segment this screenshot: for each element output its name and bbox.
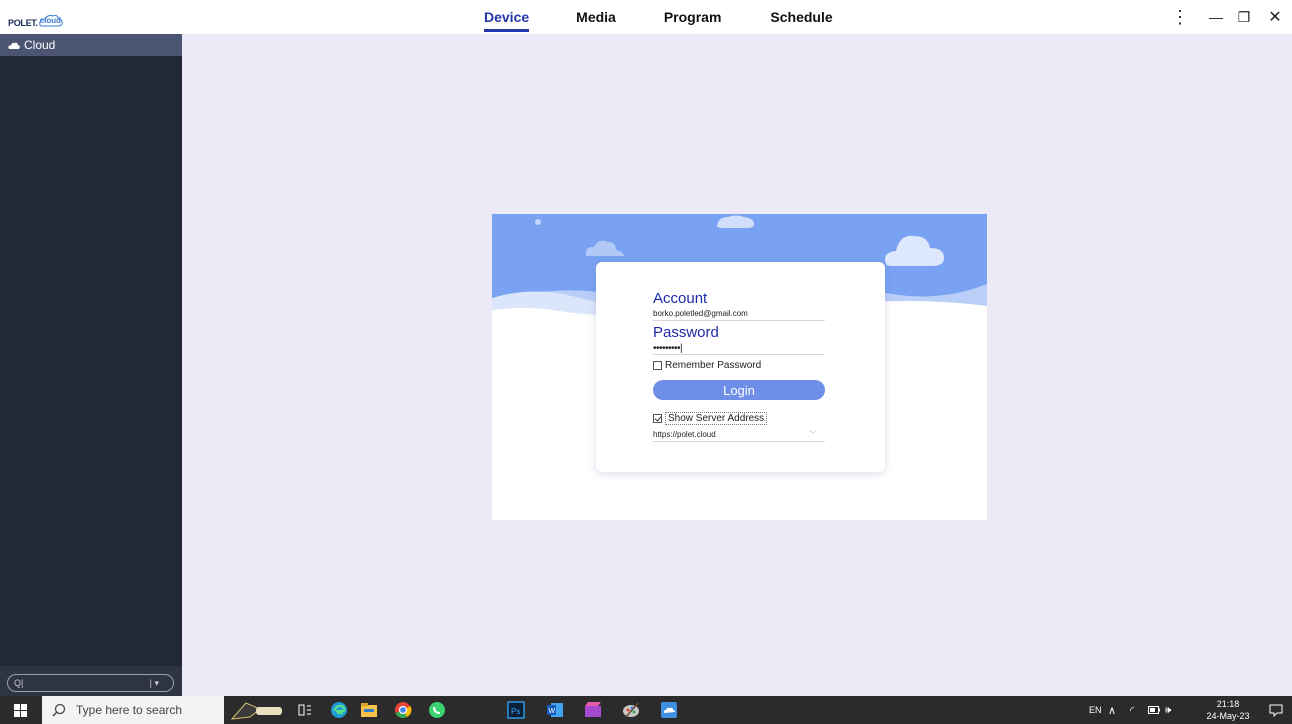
chrome-icon[interactable]: [390, 696, 416, 724]
account-input[interactable]: borko.poletled@gmail.com: [653, 307, 825, 321]
taskbar-clock[interactable]: 21:18 24-May-23: [1206, 698, 1250, 722]
windows-start-icon[interactable]: [8, 696, 32, 724]
sidebar-search-area: Q| | ▾: [0, 666, 182, 696]
clock-time: 21:18: [1216, 699, 1240, 709]
volume-icon[interactable]: 🕪: [1165, 696, 1171, 724]
windows-taskbar: Type here to search Ps W EN ∧ ◜ 🕪 21:18 …: [0, 696, 1292, 724]
login-panel: Account borko.poletled@gmail.com Passwor…: [492, 214, 987, 520]
remember-password-checkbox[interactable]: Remember Password: [653, 360, 825, 371]
file-explorer-icon[interactable]: [356, 696, 382, 724]
account-label: Account: [653, 290, 708, 307]
tray-chevron-up-icon[interactable]: ∧: [1108, 696, 1116, 724]
close-icon[interactable]: ✕: [1262, 0, 1288, 34]
login-card: Account borko.poletled@gmail.com Passwor…: [596, 262, 885, 472]
chevron-down-icon: ﹀: [809, 430, 817, 439]
show-server-address-label: Show Server Address: [665, 412, 768, 425]
logo-cloud-icon: cloud: [38, 13, 63, 28]
cloud-icon: [8, 42, 20, 49]
restore-icon[interactable]: ❐: [1231, 0, 1257, 34]
logo-cloud-text: cloud: [39, 16, 62, 25]
tray-language[interactable]: EN: [1089, 696, 1102, 724]
search-icon: [52, 703, 66, 717]
edge-icon[interactable]: [326, 696, 352, 724]
photoshop-icon[interactable]: Ps: [504, 696, 528, 724]
logo-text: POLET.: [8, 18, 38, 28]
paint-icon[interactable]: [618, 696, 644, 724]
app-logo: POLET. cloud: [8, 8, 63, 28]
tab-device[interactable]: Device: [484, 0, 530, 34]
taskbar-search-box[interactable]: Type here to search: [42, 696, 224, 724]
more-menu-icon[interactable]: ⋮: [1167, 0, 1193, 34]
tab-program[interactable]: Program: [664, 0, 722, 34]
clock-date: 24-May-23: [1206, 711, 1250, 721]
login-button[interactable]: Login: [653, 380, 825, 400]
svg-text:Ps: Ps: [511, 707, 520, 716]
sidebar: Cloud Q| | ▾: [0, 34, 182, 696]
server-address-select[interactable]: https://polet.cloud ﹀: [653, 425, 825, 442]
notification-icon[interactable]: [1264, 696, 1288, 724]
password-input[interactable]: •••••••••|: [653, 341, 825, 355]
video-editor-icon[interactable]: [580, 696, 606, 724]
show-server-address-checkbox[interactable]: Show Server Address: [653, 412, 825, 425]
tab-media[interactable]: Media: [576, 0, 616, 34]
graduation-cap-icon[interactable]: [226, 696, 288, 724]
battery-icon[interactable]: [1148, 696, 1160, 724]
sidebar-item-label: Cloud: [24, 38, 56, 52]
whatsapp-icon[interactable]: [424, 696, 450, 724]
search-icon: Q|: [14, 678, 24, 688]
svg-text:W: W: [549, 708, 556, 715]
search-dropdown-icon[interactable]: | ▾: [150, 678, 159, 689]
title-bar: POLET. cloud Device Media Program Schedu…: [0, 0, 1292, 34]
minimize-icon[interactable]: —: [1203, 0, 1229, 34]
main-nav: Device Media Program Schedule: [484, 0, 833, 34]
sidebar-search-input[interactable]: Q| | ▾: [7, 674, 174, 692]
wifi-icon[interactable]: ◜: [1130, 696, 1134, 724]
polet-cloud-app-icon[interactable]: [656, 696, 682, 724]
task-view-icon[interactable]: [292, 696, 318, 724]
sidebar-item-cloud[interactable]: Cloud: [0, 34, 182, 56]
password-label: Password: [653, 324, 719, 341]
word-icon[interactable]: W: [542, 696, 568, 724]
checkbox-checked-icon[interactable]: [653, 414, 662, 423]
remember-password-label: Remember Password: [665, 360, 762, 371]
taskbar-search-placeholder: Type here to search: [76, 703, 183, 717]
checkbox-unchecked-icon[interactable]: [653, 361, 662, 370]
server-address-value: https://polet.cloud: [653, 430, 716, 439]
tab-schedule[interactable]: Schedule: [770, 0, 832, 34]
login-form: Account borko.poletled@gmail.com Passwor…: [653, 290, 825, 442]
